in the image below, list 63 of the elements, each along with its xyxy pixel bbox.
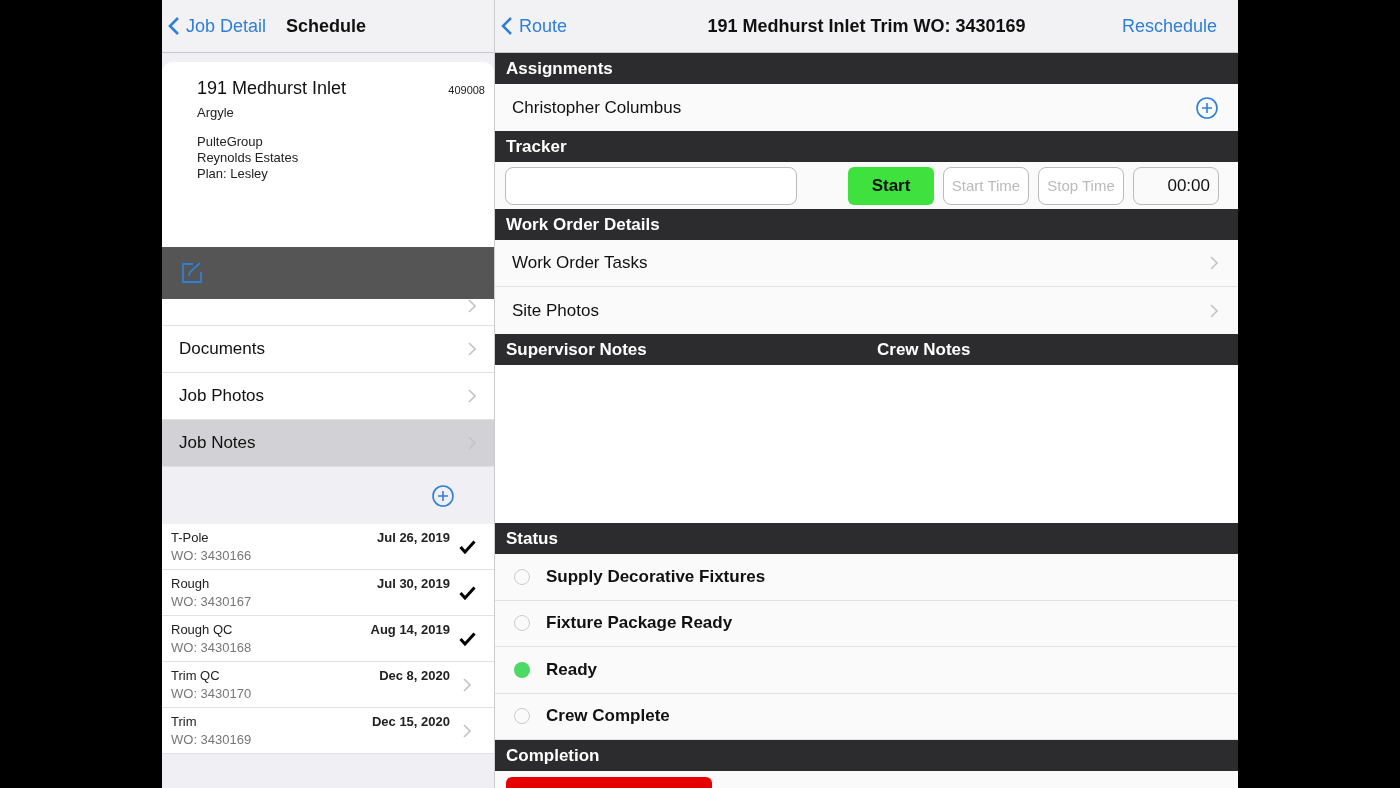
work-order-number: WO: 3430166 — [171, 548, 253, 563]
back-chevron-icon — [501, 16, 513, 36]
chevron-icon — [463, 723, 471, 738]
work-order-row[interactable]: T-Pole Jul 26, 2019 WO: 3430166 — [162, 524, 494, 570]
work-order-number: WO: 3430167 — [171, 594, 253, 609]
nav-title: Schedule — [286, 15, 367, 37]
add-icon[interactable] — [432, 484, 454, 507]
work-order-name: Rough — [171, 576, 210, 591]
reschedule-link[interactable]: Reschedule — [1121, 15, 1232, 37]
section-header: Assignments — [495, 53, 1238, 84]
job-info-line: PulteGroup — [197, 134, 264, 150]
section-header: Status — [495, 523, 1238, 554]
work-order-date: Dec 15, 2020 — [371, 714, 450, 729]
menu-item[interactable]: Documents — [162, 326, 494, 373]
work-order-row[interactable]: Rough QC Aug 14, 2019 WO: 3430168 — [162, 616, 494, 662]
start-button[interactable]: Start — [848, 166, 934, 205]
section-header: Completion — [495, 740, 1238, 771]
back-link[interactable]: Route — [501, 15, 568, 37]
job-area: Argyle — [197, 105, 485, 120]
status-option[interactable]: Supply Decorative Fixtures — [495, 554, 1238, 601]
chevron-icon — [468, 342, 476, 356]
work-order-number: WO: 3430169 — [171, 732, 253, 747]
work-order-row[interactable]: Trim QC Dec 8, 2020 WO: 3430170 — [162, 662, 494, 708]
job-info-line: Reynolds Estates — [197, 150, 300, 166]
work-order-date: Aug 14, 2019 — [370, 622, 450, 637]
chevron-icon — [1210, 256, 1218, 270]
menu-item[interactable]: Job Notes — [162, 420, 494, 467]
status-option[interactable]: Fixture Package Ready — [495, 600, 1238, 647]
chevron-icon — [1210, 303, 1218, 318]
checkmark-icon — [458, 585, 476, 600]
work-order-number: WO: 3430170 — [171, 686, 253, 701]
chevron-icon — [463, 677, 471, 692]
nav-title: 191 Medhurst Inlet Trim WO: 3430169 — [707, 15, 1026, 37]
work-order-number: WO: 3430168 — [171, 640, 253, 655]
status-option[interactable]: Ready — [495, 647, 1238, 694]
work-order-date: Jul 26, 2019 — [377, 530, 450, 545]
edit-icon[interactable] — [181, 262, 203, 284]
chevron-icon — [468, 389, 476, 403]
add-icon[interactable] — [1196, 96, 1218, 119]
section-header: Tracker — [495, 131, 1238, 162]
work-order-row[interactable]: Rough Jul 30, 2019 WO: 3430167 — [162, 570, 494, 616]
notes-heading: Supervisor Notes — [506, 339, 648, 360]
job-address: 191 Medhurst Inlet — [197, 78, 347, 99]
chevron-icon — [468, 299, 476, 313]
elapsed-time: 00:00 — [1133, 166, 1219, 205]
section-header: Work Order Details — [495, 209, 1238, 240]
work-order-date: Dec 8, 2020 — [379, 668, 450, 683]
back-link[interactable]: Job Detail — [168, 15, 267, 37]
work-order-row[interactable]: Trim Dec 15, 2020 WO: 3430169 — [162, 708, 494, 754]
menu-item[interactable]: Job Photos — [162, 373, 494, 420]
work-order-name: Rough QC — [171, 622, 233, 637]
checkmark-icon — [458, 539, 476, 554]
checkmark-icon — [458, 631, 476, 646]
work-order-name: Trim QC — [171, 668, 220, 683]
notes-heading: Crew Notes — [877, 339, 971, 360]
work-order-name: Trim — [171, 714, 197, 729]
work-order-name: T-Pole — [171, 530, 209, 545]
job-info-line: Plan: Lesley — [197, 166, 269, 182]
menu-item[interactable] — [162, 299, 494, 326]
back-chevron-icon — [168, 16, 180, 36]
work-order-date: Jul 30, 2019 — [377, 576, 450, 591]
tracker-field[interactable] — [505, 166, 797, 205]
job-number: 409008 — [448, 84, 485, 96]
